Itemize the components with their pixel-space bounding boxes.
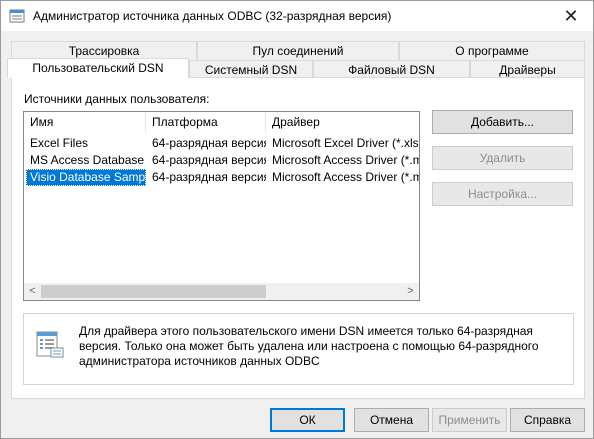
odbc-app-icon (9, 9, 25, 23)
list-item[interactable]: Excel Files 64-разрядная версия Microsof… (24, 135, 419, 152)
help-button[interactable]: Справка (510, 408, 585, 432)
info-message: Для драйвера этого пользовательского име… (79, 324, 539, 368)
list-header: Имя Платформа Драйвер (24, 112, 419, 132)
data-sources-caption: Источники данных пользователя: (24, 92, 210, 106)
cancel-button[interactable]: Отмена (354, 408, 429, 432)
dsn-platform: 64-разрядная версия (152, 136, 266, 150)
window-title: Администратор источника данных ODBC (32-… (33, 9, 392, 23)
dsn-driver: Microsoft Excel Driver (*.xls, *.x (272, 136, 420, 150)
tab-user-dsn[interactable]: Пользовательский DSN (7, 58, 189, 78)
dsn-driver: Microsoft Access Driver (*.mdb (272, 153, 420, 167)
odbc-admin-window: Администратор источника данных ODBC (32-… (0, 0, 594, 439)
title-bar[interactable]: Администратор источника данных ODBC (32-… (1, 1, 593, 31)
info-box: Для драйвера этого пользовательского име… (23, 313, 574, 385)
dsn-name: MS Access Database (30, 153, 145, 167)
dsn-platform: 64-разрядная версия (152, 170, 266, 184)
list-item[interactable]: MS Access Database 64-разрядная версия M… (24, 152, 419, 169)
apply-button[interactable]: Применить (432, 408, 507, 432)
ok-button[interactable]: ОК (270, 408, 345, 432)
horizontal-scrollbar[interactable]: < > (24, 283, 419, 300)
data-source-icon (36, 331, 64, 358)
add-button[interactable]: Добавить... (432, 110, 573, 134)
scroll-thumb[interactable] (41, 285, 266, 298)
dsn-driver: Microsoft Access Driver (*.mdb (272, 170, 420, 184)
scroll-right-icon[interactable]: > (402, 283, 419, 300)
configure-button[interactable]: Настройка... (432, 182, 573, 206)
scroll-left-icon[interactable]: < (24, 283, 41, 300)
column-header-driver[interactable]: Драйвер (266, 112, 419, 132)
column-header-platform[interactable]: Платформа (146, 112, 266, 132)
dsn-name: Excel Files (30, 136, 89, 150)
remove-button[interactable]: Удалить (432, 146, 573, 170)
column-header-name[interactable]: Имя (24, 112, 146, 132)
tab-connection-pooling[interactable]: Пул соединений (197, 41, 399, 60)
tab-about[interactable]: О программе (399, 41, 585, 60)
list-item-selected[interactable]: Visio Database Samples 64-разрядная верс… (24, 169, 419, 186)
close-icon: ✕ (563, 5, 579, 26)
dsn-name: Visio Database Samples (26, 169, 146, 186)
dsn-list[interactable]: Имя Платформа Драйвер Excel Files 64-раз… (23, 111, 420, 301)
close-button[interactable]: ✕ (549, 1, 593, 31)
dsn-platform: 64-разрядная версия (152, 153, 266, 167)
